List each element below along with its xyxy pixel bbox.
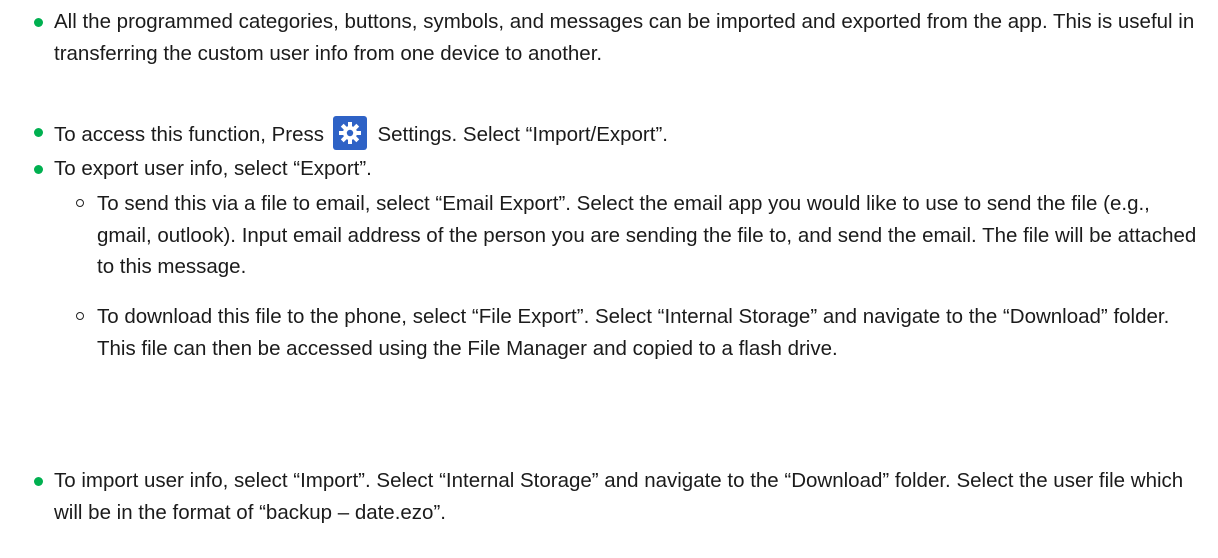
list-item: To access this function, Press Settings.… [34,116,1204,151]
bullet-text: To export user info, select “Export”. [54,157,372,180]
sub-bullet-circle [76,199,84,207]
sub-bullet-text: To send this via a file to email, select… [97,192,1197,278]
bullet-text-after: Settings. Select “Import/Export”. [377,123,668,146]
list-item: To export user info, select “Export”. [34,153,1204,185]
list-item: To import user info, select “Import”. Se… [34,465,1204,528]
bullet-text: All the programmed categories, buttons, … [54,10,1195,65]
sub-list-item: To send this via a file to email, select… [76,188,1207,283]
gear-icon [332,116,367,150]
bullet-dot [34,128,43,137]
document: All the programmed categories, buttons, … [0,0,1218,558]
sub-bullet-text: To download this file to the phone, sele… [97,305,1170,360]
sub-list-item: To download this file to the phone, sele… [76,301,1207,364]
list-item: All the programmed categories, buttons, … [34,6,1204,69]
bullet-dot [34,165,43,174]
sub-bullet-circle [76,312,84,320]
bullet-text-before: To access this function, Press [54,123,325,146]
bullet-dot [34,477,43,486]
bullet-dot [34,18,43,27]
bullet-text: To import user info, select “Import”. Se… [54,469,1184,524]
